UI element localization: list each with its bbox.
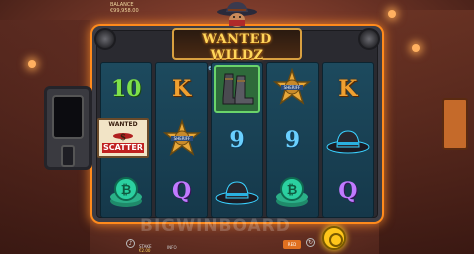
logo-title: WANTED WILDZ bbox=[202, 32, 272, 63]
side-panel-screen bbox=[52, 95, 84, 139]
reel-cell: ₿ bbox=[269, 167, 315, 215]
reel-cell: SHERIFF bbox=[269, 65, 315, 113]
balance-display: BALANCE €99,958.00 bbox=[110, 2, 139, 14]
sheriff-badge-icon: SHERIFF bbox=[162, 119, 201, 156]
symbol-queen: Q bbox=[172, 178, 192, 204]
scatter-bandit-icon: $ bbox=[113, 132, 133, 142]
autoplay-button[interactable]: ↻ bbox=[306, 238, 315, 247]
bitcoin-coin-icon: ₿ bbox=[276, 177, 309, 207]
reel-3: 9 bbox=[210, 62, 264, 218]
reel-cell: Q bbox=[325, 167, 371, 215]
svg-text:$: $ bbox=[120, 133, 126, 142]
cowboy-hat-icon bbox=[326, 130, 370, 154]
symbol-king: K bbox=[338, 76, 358, 102]
reel-cell: 10 bbox=[103, 65, 149, 113]
cowboy-hat-icon bbox=[215, 181, 259, 205]
scatter-label: SCATTER bbox=[102, 143, 144, 153]
background-lamp bbox=[388, 10, 396, 18]
reel-cell: K bbox=[325, 65, 371, 113]
reel-cell bbox=[325, 116, 371, 164]
svg-text:₿: ₿ bbox=[287, 183, 298, 198]
reel-4: SHERIFF 9 ₿ bbox=[266, 62, 319, 218]
svg-text:SHERIFF: SHERIFF bbox=[173, 136, 190, 141]
symbol-king: K bbox=[172, 76, 192, 102]
reel-cell: K bbox=[158, 65, 204, 113]
background-lamp bbox=[412, 44, 420, 52]
stake-value[interactable]: €2.00 bbox=[139, 248, 150, 253]
symbol-nine: 9 bbox=[229, 127, 245, 153]
svg-text:SHERIFF: SHERIFF bbox=[284, 85, 301, 90]
symbol-ten: 10 bbox=[110, 76, 142, 102]
reel-2: K SHERIFF Q bbox=[155, 62, 208, 218]
reel-cell: Q bbox=[158, 167, 204, 215]
background-sign bbox=[442, 98, 468, 150]
reel-cell bbox=[214, 167, 260, 215]
frame-bolt bbox=[94, 28, 116, 50]
scatter-symbol: WANTED $ SCATTER bbox=[97, 118, 149, 158]
reel-5: K Q bbox=[321, 62, 374, 218]
provider-badge: RED bbox=[283, 240, 301, 249]
side-panel-handle bbox=[61, 145, 75, 167]
control-bar bbox=[0, 224, 474, 254]
symbol-queen: Q bbox=[338, 178, 358, 204]
reel-cell: ₿ bbox=[103, 167, 149, 215]
reel-cell: 9 bbox=[269, 116, 315, 164]
scatter-art: $ bbox=[99, 129, 147, 142]
frame-bolt bbox=[358, 28, 380, 50]
cowboy-character-icon bbox=[217, 2, 257, 27]
side-feature-panel bbox=[44, 86, 92, 170]
symbol-nine: 9 bbox=[284, 127, 301, 153]
bitcoin-coin-icon: ₿ bbox=[110, 177, 143, 207]
boots-icon bbox=[222, 73, 254, 105]
info-button[interactable]: INFO bbox=[167, 245, 177, 250]
sound-button[interactable]: ♪ bbox=[126, 239, 135, 248]
svg-text:₿: ₿ bbox=[121, 183, 132, 198]
reel-cell: SHERIFF bbox=[158, 116, 204, 164]
spin-button[interactable] bbox=[322, 226, 346, 250]
reel-cell: 9 bbox=[214, 116, 260, 164]
game-logo: WANTED WILDZ extreme bbox=[172, 28, 302, 72]
sheriff-badge-icon: SHERIFF bbox=[273, 68, 312, 105]
background-lamp bbox=[28, 60, 36, 68]
scatter-title: WANTED bbox=[108, 121, 138, 128]
reel-cell-highlighted bbox=[213, 65, 261, 113]
balance-value: €99,958.00 bbox=[110, 8, 139, 14]
